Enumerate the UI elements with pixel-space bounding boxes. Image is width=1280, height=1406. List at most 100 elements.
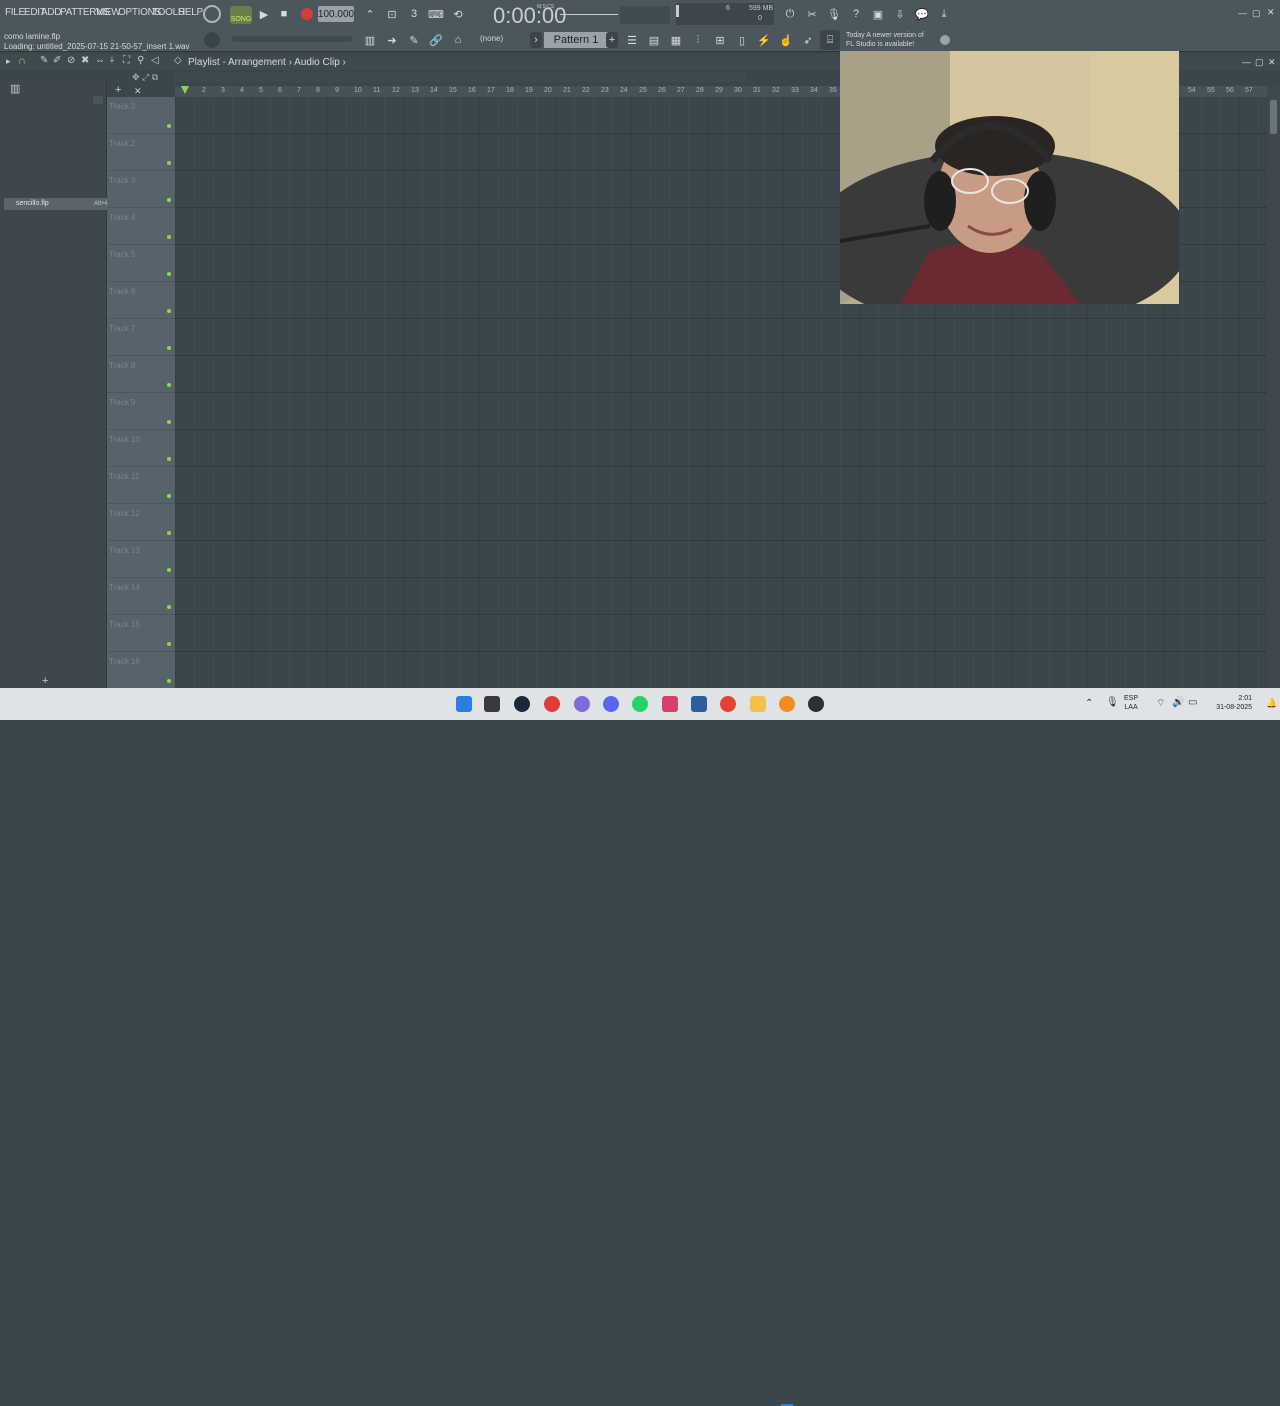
playhead-marker-icon[interactable] [181,86,189,94]
piano-roll-window-button[interactable]: ▦ [666,30,686,50]
playlist-restore-icon[interactable]: ▢ [1255,57,1264,68]
slice-tool-icon[interactable]: ⍭ [109,55,115,66]
task-view-icon[interactable] [484,696,500,712]
close-picker-icon[interactable]: ✕ [134,86,142,97]
start-icon[interactable] [456,696,472,712]
render-button[interactable]: ⇩ [890,4,910,24]
picker-scroll-handle[interactable] [93,96,103,104]
track-header[interactable]: Track 11 [107,467,175,504]
track-mute-led[interactable] [167,309,171,313]
breadcrumb-arrows-icon[interactable]: ◇ [174,55,182,66]
track-mute-led[interactable] [167,272,171,276]
discord-icon[interactable] [603,696,619,712]
track-header[interactable]: Track 7 [107,319,175,356]
gear-app-icon[interactable] [574,696,590,712]
stop-button[interactable]: ■ [274,4,294,24]
download-button[interactable]: ⤓ [934,4,954,24]
file-explorer-icon[interactable] [750,696,766,712]
add-pattern-icon[interactable]: + [115,84,121,96]
language-indicator[interactable]: ESP LAA [1124,694,1138,712]
photo-app-icon[interactable] [662,696,678,712]
track-header[interactable]: Track 10 [107,430,175,467]
track-mute-led[interactable] [167,679,171,683]
loop-record-button[interactable]: ⟲ [448,4,468,24]
master-pitch-knob[interactable] [204,32,220,48]
track-mute-led[interactable] [167,346,171,350]
link-button[interactable]: 🔗 [426,30,446,50]
fl-studio-icon[interactable] [779,696,795,712]
volume-icon[interactable]: 🔊 [1172,697,1184,708]
countdown-button[interactable]: 3 [404,4,424,24]
magnet-snap-icon[interactable]: ∩ [18,55,26,67]
app-minimize-icon[interactable]: — [1238,8,1247,18]
vertical-scrollbar[interactable] [1267,86,1280,688]
track-header[interactable]: Track 4 [107,208,175,245]
audio-input-button[interactable]: 🎙 [824,4,844,24]
track-header[interactable]: Track 15 [107,615,175,652]
delete-tool-icon[interactable]: ⊘ [67,55,75,66]
zoom-controls[interactable]: ✥ ⤢ ⧉ [132,72,172,86]
wifi-icon[interactable]: ⌔ [1156,697,1165,710]
menu-help[interactable]: HELP [178,7,203,18]
pattern-prev-button[interactable]: › [530,32,542,48]
mixer-button[interactable]: ⫶ [688,30,708,50]
battery-icon[interactable]: ▭ [1188,697,1197,708]
pattern-add-button[interactable]: + [606,32,618,48]
track-header[interactable]: Track 5 [107,245,175,282]
wait-input-button[interactable]: ⊡ [382,4,402,24]
track-mute-led[interactable] [167,605,171,609]
track-header[interactable]: Track 13 [107,541,175,578]
save-button[interactable]: ▣ [868,4,888,24]
select-tool-icon[interactable]: ⛶ [123,55,130,66]
step-edit-button[interactable]: ⌨ [426,4,446,24]
chat-button[interactable]: 💬 [912,4,932,24]
track-header[interactable]: Track 3 [107,97,175,134]
track-header[interactable]: Track 3 [107,171,175,208]
globe-icon[interactable] [940,35,950,45]
track-mute-led[interactable] [167,161,171,165]
stamp-button[interactable]: ⌂ [448,30,468,50]
paint-tool-icon[interactable]: ✐ [53,55,61,66]
clock[interactable]: 2:01 31-08-2025 [1208,694,1252,712]
notification-icon[interactable]: 🔔 [1266,698,1277,709]
slip-tool-icon[interactable]: ⇔ [95,55,105,66]
song-mode-button[interactable]: SONG [230,6,252,24]
track-mute-led[interactable] [167,494,171,498]
screen-button[interactable]: ⌸ [820,30,840,50]
master-pitch-slider[interactable] [232,36,352,42]
track-mute-led[interactable] [167,198,171,202]
menu-file[interactable]: FILE [5,7,25,18]
image-editor-icon[interactable] [691,696,707,712]
whatsapp-icon[interactable] [632,696,648,712]
chrome-icon[interactable] [720,696,736,712]
horizontal-scrollbar[interactable] [175,72,745,82]
metronome-button[interactable]: ⌃ [360,4,380,24]
channel-rack-button[interactable]: ▤ [644,30,664,50]
track-mute-led[interactable] [167,531,171,535]
cut-button[interactable]: ✂ [802,4,822,24]
snap-selector[interactable]: (none) [480,34,503,43]
draw-button[interactable]: ✎ [404,30,424,50]
browser-button[interactable]: ⊞ [710,30,730,50]
steam-icon[interactable] [514,696,530,712]
piano-picker-icon[interactable]: ▥ [10,82,20,95]
menu-view[interactable]: VIEW [96,7,121,18]
track-mute-led[interactable] [167,420,171,424]
tray-chevron-icon[interactable]: ⌃ [1085,698,1093,709]
track-mute-led[interactable] [167,124,171,128]
track-header[interactable]: Track 16 [107,652,175,689]
track-mute-led[interactable] [167,235,171,239]
piano-roll-button[interactable]: ▥ [360,30,380,50]
breadcrumb-clip[interactable]: Audio Clip [294,57,340,68]
playback-tool-icon[interactable]: ◁ [151,55,159,66]
track-mute-led[interactable] [167,457,171,461]
picker-item-sencillo[interactable]: sencillo.flp Alt+4 [4,198,116,210]
breadcrumb-playlist[interactable]: Playlist - Arrangement [188,57,286,68]
tempo-display[interactable]: 100.000 [318,6,354,22]
mute-tool-icon[interactable]: ✖ [81,55,89,66]
plugin-picker-button[interactable]: ⚡ [754,30,774,50]
track-mute-led[interactable] [167,383,171,387]
play-button[interactable]: ▶ [254,4,274,24]
track-header[interactable]: Track 9 [107,393,175,430]
undo-history-button[interactable]: ⏻ [780,4,800,24]
